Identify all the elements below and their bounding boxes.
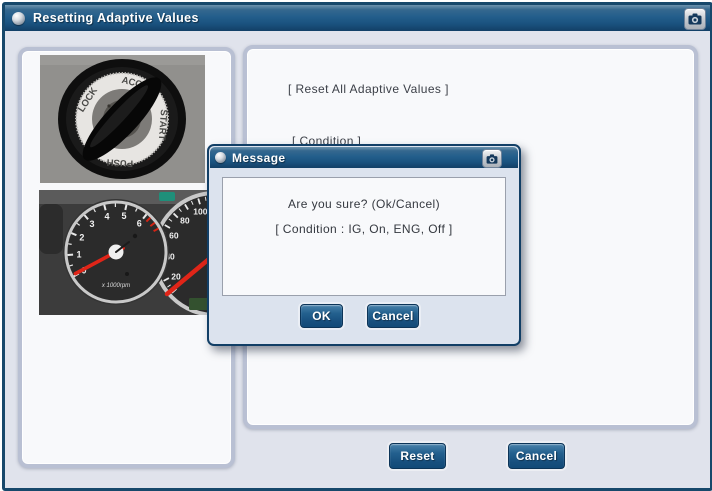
- cluster-illustration: 20406080100 0123456 x 1000rpm: [39, 190, 207, 315]
- svg-text:5: 5: [122, 211, 127, 221]
- svg-text:100: 100: [193, 206, 207, 216]
- dialog-condition-text: [ Condition : IG, On, ENG, Off ]: [223, 222, 505, 236]
- camera-icon: [486, 154, 498, 164]
- svg-text:60: 60: [169, 231, 179, 241]
- main-heading: [ Reset All Adaptive Values ]: [288, 82, 449, 96]
- svg-text:PUSH: PUSH: [106, 156, 133, 168]
- ignition-key-illustration: LOCKACCSTARTPUSH: [40, 55, 205, 183]
- svg-text:1: 1: [77, 249, 82, 259]
- dialog-ok-button[interactable]: OK: [300, 304, 343, 328]
- svg-text:START: START: [156, 109, 169, 141]
- screenshot-camera-button[interactable]: [684, 8, 706, 30]
- dialog-cancel-button[interactable]: Cancel: [367, 304, 419, 328]
- message-dialog: Message Are you sure? (Ok/Cancel) [ Cond…: [207, 144, 521, 346]
- svg-text:4: 4: [105, 211, 110, 221]
- svg-text:3: 3: [89, 219, 94, 229]
- reset-button[interactable]: Reset: [389, 443, 446, 469]
- instrument-cluster-photo: 20406080100 0123456 x 1000rpm: [39, 190, 207, 315]
- odometer-lcd: [189, 298, 207, 310]
- footer-cancel-button[interactable]: Cancel: [508, 443, 565, 469]
- window-title: Resetting Adaptive Values: [33, 11, 199, 25]
- dialog-camera-button[interactable]: [482, 149, 502, 168]
- dialog-sphere-icon: [215, 152, 226, 163]
- tachometer-gauge: 0123456 x 1000rpm: [63, 199, 169, 305]
- svg-text:2: 2: [79, 233, 84, 243]
- tachometer-unit-label: x 1000rpm: [101, 283, 130, 289]
- app-sphere-icon: [12, 12, 25, 25]
- dialog-question-text: Are you sure? (Ok/Cancel): [223, 197, 505, 211]
- window-titlebar: Resetting Adaptive Values: [5, 5, 710, 31]
- app-window: Resetting Adaptive Values LOCKACCSTARTPU…: [2, 2, 712, 491]
- svg-text:6: 6: [137, 218, 142, 228]
- dialog-title: Message: [232, 151, 286, 165]
- dialog-message-area: Are you sure? (Ok/Cancel) [ Condition : …: [222, 177, 506, 296]
- svg-text:80: 80: [180, 216, 190, 226]
- turn-indicator-lamp: [159, 192, 175, 201]
- camera-icon: [688, 13, 702, 25]
- svg-text:20: 20: [171, 272, 181, 282]
- ignition-key-photo: LOCKACCSTARTPUSH: [40, 55, 205, 183]
- dialog-titlebar: Message: [210, 147, 518, 168]
